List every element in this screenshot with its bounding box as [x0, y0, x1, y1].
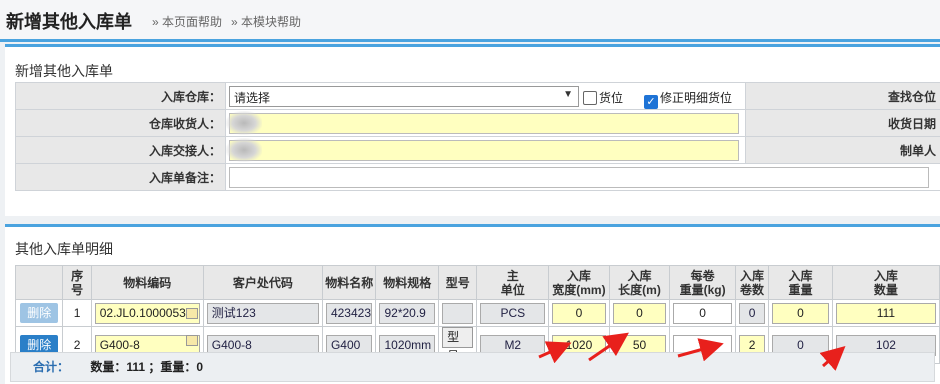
- col-rolls: 入库 卷数: [734, 265, 770, 300]
- model-field: [442, 302, 474, 324]
- redacted-blur: [226, 111, 262, 135]
- material-code-input[interactable]: 02.JL0.1000053: [94, 302, 200, 324]
- checkbox-unchecked-icon: [583, 91, 597, 105]
- warehouse-label: 入库仓库：: [15, 82, 226, 110]
- form-panel: 新增其他入库单 入库仓库： 请选择 ▼ 货位 ✓修正明细货位 查找仓位 仓库收: [5, 44, 940, 216]
- quantity-input[interactable]: 111: [835, 302, 936, 324]
- model-button[interactable]: 型号: [442, 327, 474, 363]
- roll-weight-input[interactable]: 0: [673, 302, 732, 324]
- warehouse-select[interactable]: 请选择 ▼: [229, 86, 579, 107]
- detail-header-row: 序号 物料编码 客户处代码 物料名称 物料规格 型号 主 单位 入库 宽度(mm…: [14, 265, 940, 300]
- handover-label: 入库交接人：: [15, 136, 226, 164]
- location-checkbox-label: 货位: [599, 91, 624, 105]
- delete-button-disabled[interactable]: 删除: [20, 303, 59, 323]
- col-length: 入库 长度(m): [608, 265, 671, 300]
- total-label: 合计：: [33, 360, 70, 374]
- col-width: 入库 宽度(mm): [548, 265, 610, 300]
- page-header: 新增其他入库单 » 本页面帮助 » 本模块帮助: [0, 0, 940, 42]
- detail-table: 序号 物料编码 客户处代码 物料名称 物料规格 型号 主 单位 入库 宽度(mm…: [14, 265, 940, 364]
- customer-code-field: 测试123: [206, 302, 319, 324]
- col-customer-code: 客户处代码: [202, 265, 323, 300]
- module-help-link[interactable]: » 本模块帮助: [231, 13, 301, 30]
- form-panel-title: 新增其他入库单: [15, 63, 113, 79]
- receiver-input[interactable]: [229, 113, 739, 134]
- receiver-label: 仓库收货人：: [15, 109, 226, 137]
- handover-input[interactable]: [229, 140, 739, 161]
- page-help-link[interactable]: » 本页面帮助: [152, 13, 222, 30]
- page-title: 新增其他入库单: [6, 12, 132, 32]
- col-unit: 主 单位: [476, 265, 550, 300]
- col-seq: 序号: [62, 265, 92, 300]
- fix-detail-checkbox-label: 修正明细货位: [660, 91, 733, 105]
- calendar-picker-icon[interactable]: [185, 308, 198, 319]
- weight-input[interactable]: 0: [772, 302, 829, 324]
- redacted-blur: [226, 138, 262, 162]
- detail-footer: 合计： 数量：111 ；重量：0: [10, 352, 935, 382]
- detail-panel-title: 其他入库单明细: [15, 241, 113, 257]
- col-model: 型号: [438, 265, 478, 300]
- receive-date-label: 收货日期: [745, 109, 940, 137]
- find-location-label: 查找仓位: [745, 82, 940, 110]
- calendar-picker-icon[interactable]: [185, 335, 198, 346]
- warehouse-select-value: 请选择: [234, 91, 271, 105]
- creator-label: 制单人: [745, 136, 940, 164]
- width-input[interactable]: 0: [552, 302, 606, 324]
- table-row: 删除 1 02.JL0.1000053 测试123 423423 92*20.9…: [14, 299, 940, 327]
- col-material-name: 物料名称: [321, 265, 377, 300]
- unit-field: PCS: [480, 302, 546, 324]
- remark-input[interactable]: [229, 167, 929, 188]
- chevron-down-icon: ▼: [563, 89, 573, 100]
- form-table: 入库仓库： 请选择 ▼ 货位 ✓ 修正明细货位 查找仓位 仓库收货人： 收货日期…: [15, 82, 940, 191]
- material-name-field: 423423: [325, 302, 373, 324]
- remark-label: 入库单备注：: [15, 163, 226, 191]
- col-quantity: 入库 数量: [831, 265, 940, 300]
- checkbox-checked-icon: ✓: [644, 95, 658, 109]
- length-input[interactable]: 0: [612, 302, 667, 324]
- fix-detail-location-checkbox[interactable]: ✓ 修正明细货位: [644, 89, 732, 109]
- col-spec: 物料规格: [375, 265, 440, 300]
- rolls-field: 0: [738, 302, 766, 324]
- col-roll-weight: 每卷 重量(kg): [669, 265, 736, 300]
- row-seq: 1: [62, 299, 92, 327]
- col-weight: 入库 重量: [768, 265, 833, 300]
- col-material-code: 物料编码: [90, 265, 204, 300]
- location-checkbox[interactable]: 货位: [583, 89, 623, 106]
- col-action: [14, 265, 64, 300]
- spec-field: 92*20.9: [379, 302, 436, 324]
- total-summary: 数量：111 ；重量：0: [90, 360, 204, 374]
